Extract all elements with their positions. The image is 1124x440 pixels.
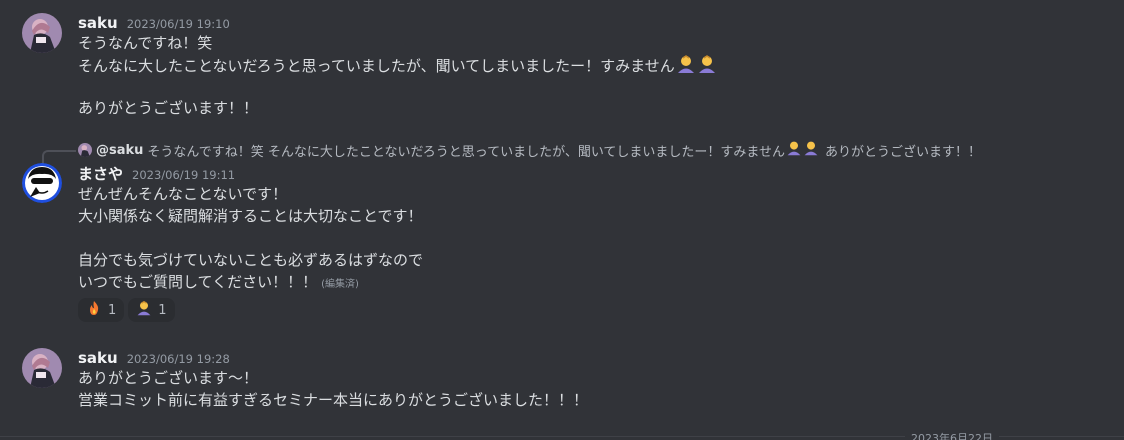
avatar[interactable] xyxy=(22,348,62,388)
message-line: いつでもご質問してください！！！ (編集済) xyxy=(78,271,359,296)
message-line: そうなんですね！笑 xyxy=(78,34,213,52)
reaction-fire[interactable]: 1 xyxy=(78,298,125,322)
message-text: そんなに大したことないだろうと思っていましたが、聞いてしまいましたー！すみません xyxy=(78,57,675,75)
person-bowing-icon xyxy=(786,140,802,160)
reply-mention[interactable]: @saku xyxy=(96,143,143,158)
message-line: 営業コミット前に有益すぎるセミナー本当にありがとうございました！！！ xyxy=(78,391,589,409)
reply-reference[interactable]: @saku そうなんですね！笑 そんなに大したことないだろうと思っていましたが、… xyxy=(78,140,981,160)
timestamp: 2023/06/19 19:11 xyxy=(132,168,236,182)
person-bowing-icon xyxy=(803,140,819,160)
person-bowing-icon xyxy=(697,54,717,80)
reaction-count: 1 xyxy=(158,302,167,318)
message-line: ぜんぜんそんなことないです！ xyxy=(78,185,288,203)
message-line: 自分でも気づけていないことも必ずあるはずなので xyxy=(78,251,424,269)
edited-label: (編集済) xyxy=(321,279,359,290)
avatar[interactable] xyxy=(22,13,62,53)
message-line: 大小関係なく疑問解消することは大切なことです！ xyxy=(78,207,423,225)
timestamp: 2023/06/19 19:10 xyxy=(126,17,230,31)
username[interactable]: まさや xyxy=(78,163,123,184)
reply-snippet: そうなんですね！笑 そんなに大したことないだろうと思っていましたが、聞いてしまい… xyxy=(147,144,786,160)
message-line: ありがとうございます！！ xyxy=(78,99,259,117)
message-line: そんなに大したことないだろうと思っていましたが、聞いてしまいましたー！すみません xyxy=(78,54,717,80)
person-bowing-icon xyxy=(676,54,696,80)
chat-log: saku 2023/06/19 19:10 そうなんですね！笑 そんなに大したこ… xyxy=(0,0,1124,440)
reply-snippet-end: ありがとうございます！！ xyxy=(825,144,982,160)
message-line: ありがとうございます〜！ xyxy=(78,369,259,387)
reaction-bow[interactable]: 1 xyxy=(128,298,175,322)
message-text: いつでもご質問してください！！！ xyxy=(78,273,318,291)
avatar[interactable] xyxy=(22,163,62,203)
date-divider-label: 2023年6月22日 xyxy=(905,430,999,440)
reply-avatar xyxy=(78,143,92,157)
person-bowing-icon xyxy=(136,300,152,320)
username[interactable]: saku xyxy=(78,349,118,367)
username[interactable]: saku xyxy=(78,14,118,32)
timestamp: 2023/06/19 19:28 xyxy=(126,352,230,366)
reaction-count: 1 xyxy=(108,302,117,318)
reaction-bar: 1 1 xyxy=(78,298,175,322)
reply-connector xyxy=(42,150,76,164)
fire-icon xyxy=(86,300,102,320)
